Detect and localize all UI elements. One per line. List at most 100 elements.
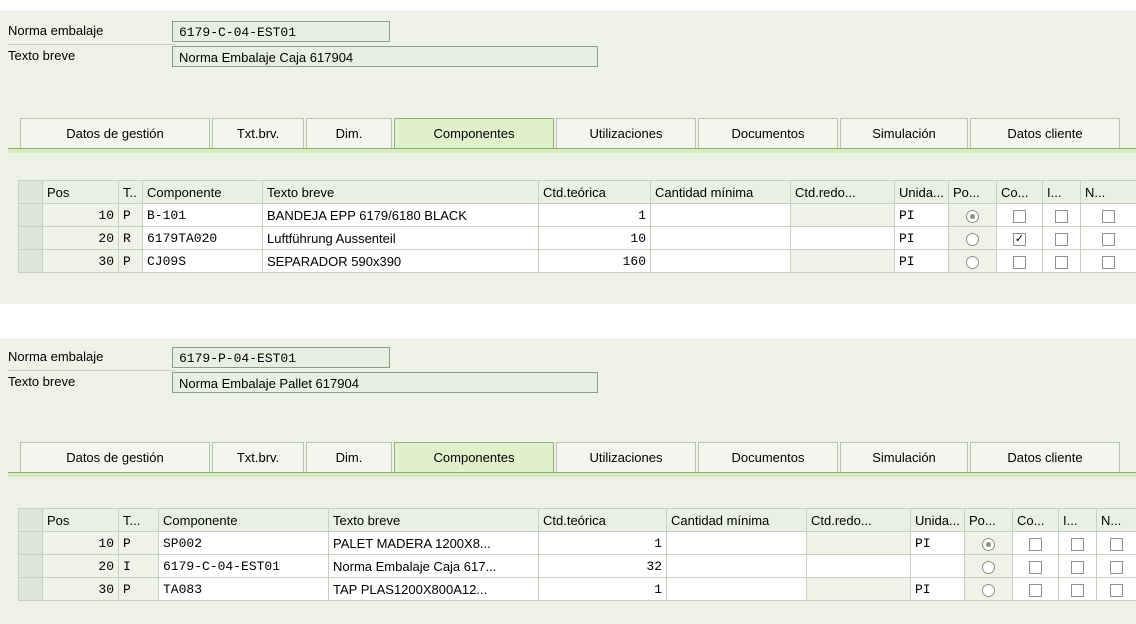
redo-cell[interactable] [790, 226, 895, 250]
tab-documentos[interactable]: Documentos [698, 118, 838, 148]
co-checkbox-checked[interactable]: ✓ [1013, 232, 1026, 246]
tab-componentes[interactable]: Componentes [394, 118, 554, 150]
texto-breve-field[interactable]: Norma Embalaje Pallet 617904 [172, 372, 598, 393]
co-checkbox[interactable] [1013, 209, 1026, 223]
co-cell[interactable]: ✓ [996, 226, 1043, 250]
col-t[interactable]: T.. [118, 180, 143, 204]
tab-txt-brv[interactable]: Txt.brv. [212, 442, 304, 472]
table-row[interactable]: 30 P TA083 TAP PLAS1200X800A12... 1 PI [18, 577, 1136, 601]
unidad-cell[interactable]: PI [894, 203, 949, 227]
i-checkbox[interactable] [1071, 560, 1084, 574]
tab-txt-brv[interactable]: Txt.brv. [212, 118, 304, 148]
row-selector[interactable] [18, 577, 43, 601]
po-radio[interactable] [966, 232, 979, 246]
n-cell[interactable] [1096, 554, 1136, 578]
col-pos[interactable]: Pos [42, 180, 119, 204]
componente-cell[interactable]: TA083 [158, 577, 329, 601]
col-po[interactable]: Po... [964, 508, 1013, 532]
i-checkbox[interactable] [1071, 583, 1084, 597]
po-radio[interactable] [982, 560, 995, 574]
tab-dim[interactable]: Dim. [306, 442, 392, 472]
co-cell[interactable] [1012, 554, 1059, 578]
col-cantidad-minima[interactable]: Cantidad mínima [650, 180, 791, 204]
po-radio[interactable] [966, 209, 979, 223]
po-cell[interactable] [964, 531, 1013, 555]
ctd-cell[interactable]: 32 [538, 554, 667, 578]
unidad-cell[interactable]: PI [894, 226, 949, 250]
col-componente[interactable]: Componente [142, 180, 263, 204]
n-cell[interactable] [1080, 203, 1136, 227]
i-cell[interactable] [1058, 554, 1097, 578]
col-co[interactable]: Co... [996, 180, 1043, 204]
col-i[interactable]: I... [1058, 508, 1097, 532]
co-checkbox[interactable] [1013, 255, 1026, 269]
i-checkbox[interactable] [1055, 209, 1068, 223]
componente-cell[interactable]: CJ09S [142, 249, 263, 273]
n-checkbox[interactable] [1110, 583, 1123, 597]
texto-cell[interactable]: BANDEJA EPP 6179/6180 BLACK [262, 203, 539, 227]
componente-cell[interactable]: B-101 [142, 203, 263, 227]
row-selector[interactable] [18, 226, 43, 250]
i-checkbox[interactable] [1055, 255, 1068, 269]
tab-datos-gestion[interactable]: Datos de gestión [20, 442, 210, 472]
col-i[interactable]: I... [1042, 180, 1081, 204]
tab-datos-gestion[interactable]: Datos de gestión [20, 118, 210, 148]
co-cell[interactable] [996, 249, 1043, 273]
row-selector[interactable] [18, 249, 43, 273]
componente-cell[interactable]: SP002 [158, 531, 329, 555]
i-checkbox[interactable] [1055, 232, 1068, 246]
componente-cell[interactable]: 6179-C-04-EST01 [158, 554, 329, 578]
tab-simulacion[interactable]: Simulación [840, 442, 968, 472]
po-radio[interactable] [966, 255, 979, 269]
texto-cell[interactable]: Norma Embalaje Caja 617... [328, 554, 539, 578]
n-cell[interactable] [1080, 249, 1136, 273]
i-checkbox[interactable] [1071, 537, 1084, 551]
select-all-cell[interactable] [18, 508, 43, 532]
tab-documentos[interactable]: Documentos [698, 442, 838, 472]
unidad-cell[interactable]: PI [894, 249, 949, 273]
n-cell[interactable] [1080, 226, 1136, 250]
min-cell[interactable] [650, 203, 791, 227]
co-checkbox[interactable] [1029, 560, 1042, 574]
texto-cell[interactable]: Luftführung Aussenteil [262, 226, 539, 250]
table-row[interactable]: 20 I 6179-C-04-EST01 Norma Embalaje Caja… [18, 554, 1136, 578]
ctd-cell[interactable]: 160 [538, 249, 651, 273]
tab-utilizaciones[interactable]: Utilizaciones [556, 118, 696, 148]
table-row[interactable]: 20 R 6179TA020 Luftführung Aussenteil 10… [18, 226, 1136, 250]
unidad-cell[interactable] [910, 554, 965, 578]
i-cell[interactable] [1042, 203, 1081, 227]
min-cell[interactable] [650, 249, 791, 273]
i-cell[interactable] [1042, 249, 1081, 273]
n-checkbox[interactable] [1102, 209, 1115, 223]
po-cell[interactable] [948, 226, 997, 250]
n-checkbox[interactable] [1110, 537, 1123, 551]
texto-cell[interactable]: TAP PLAS1200X800A12... [328, 577, 539, 601]
table-row[interactable]: 10 P SP002 PALET MADERA 1200X8... 1 PI [18, 531, 1136, 555]
min-cell[interactable] [650, 226, 791, 250]
col-n[interactable]: N... [1080, 180, 1136, 204]
tab-simulacion[interactable]: Simulación [840, 118, 968, 148]
row-selector[interactable] [18, 531, 43, 555]
co-cell[interactable] [996, 203, 1043, 227]
n-cell[interactable] [1096, 531, 1136, 555]
col-po[interactable]: Po... [948, 180, 997, 204]
n-checkbox[interactable] [1102, 232, 1115, 246]
po-radio[interactable] [982, 537, 995, 551]
ctd-cell[interactable]: 10 [538, 226, 651, 250]
ctd-cell[interactable]: 1 [538, 531, 667, 555]
col-ctd-teorica[interactable]: Ctd.teórica [538, 180, 651, 204]
unidad-cell[interactable]: PI [910, 531, 965, 555]
co-cell[interactable] [1012, 531, 1059, 555]
col-t[interactable]: T... [118, 508, 159, 532]
ctd-cell[interactable]: 1 [538, 203, 651, 227]
po-cell[interactable] [964, 577, 1013, 601]
co-checkbox[interactable] [1029, 537, 1042, 551]
i-cell[interactable] [1058, 577, 1097, 601]
col-ctd-teorica[interactable]: Ctd.teórica [538, 508, 667, 532]
col-texto-breve[interactable]: Texto breve [328, 508, 539, 532]
redo-cell[interactable] [806, 554, 911, 578]
i-cell[interactable] [1042, 226, 1081, 250]
col-n[interactable]: N... [1096, 508, 1136, 532]
col-co[interactable]: Co... [1012, 508, 1059, 532]
min-cell[interactable] [666, 554, 807, 578]
